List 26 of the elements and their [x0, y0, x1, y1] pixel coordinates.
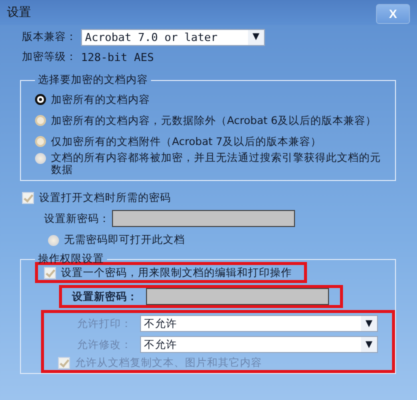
password-label: 设置新密码： [44, 212, 110, 226]
checkbox-label: 允许从文档复制文本、图片和其它内容 [75, 356, 262, 370]
option-label: 仅加密所有的文档附件（Acrobat 7及以后的版本兼容） [51, 134, 322, 148]
info-icon [48, 234, 59, 246]
checkbox-label: 设置打开文档时所需的密码 [39, 190, 171, 204]
password-label: 设置新密码： [72, 290, 138, 304]
select-label: 允许修改： [76, 338, 132, 352]
window-title: 设置 [7, 4, 31, 21]
select-label: 允许打印： [76, 316, 132, 330]
checkbox[interactable] [22, 192, 34, 204]
encryption-level-label: 加密等级： [22, 50, 77, 64]
info-icon [35, 153, 46, 164]
encryption-level-value: 128-bit AES [81, 50, 154, 64]
group-legend: 操作权限设置 [35, 252, 107, 266]
info-note: 无需密码即可打开此文档 [64, 232, 185, 246]
password-field[interactable] [146, 288, 329, 305]
checkbox[interactable] [44, 266, 56, 278]
password-field[interactable] [112, 210, 295, 227]
option-label: 加密所有的文档内容 [51, 92, 150, 106]
compatibility-dropdown[interactable]: Acrobat 7.0 or later ▼ [81, 28, 265, 46]
compatibility-label: 版本兼容： [22, 30, 77, 44]
radio-button[interactable] [35, 94, 46, 105]
checkbox-label: 设置一个密码，用来限制文档的编辑和打印操作 [61, 266, 292, 280]
info-note: 文档的所有内容都将被加密，并且无法通过搜索引擎获得此文档的元数据 [51, 152, 382, 176]
group-legend: 选择要加密的文档内容 [35, 73, 151, 87]
option-label: 加密所有的文档内容，元数据除外（Acrobat 6及以后的版本兼容） [51, 114, 377, 128]
